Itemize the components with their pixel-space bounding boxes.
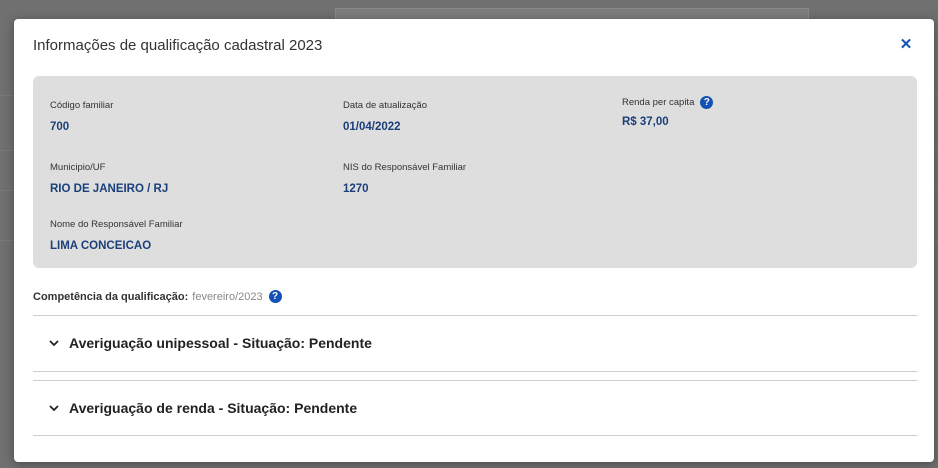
divider	[33, 435, 917, 436]
family-info-panel: Código familiar 700 Data de atualização …	[33, 76, 917, 268]
close-button[interactable]: ✕	[898, 37, 914, 53]
field-nis-responsavel: NIS do Responsável Familiar 1270	[343, 162, 466, 195]
chevron-down-icon[interactable]	[49, 338, 59, 348]
question-circle-icon[interactable]: ?	[700, 96, 714, 109]
field-value: 01/04/2022	[343, 121, 401, 133]
divider	[33, 371, 917, 372]
accordion-averiguacao-renda[interactable]: Averiguação de renda - Situação: Pendent…	[33, 381, 917, 435]
field-label: NIS do Responsável Familiar	[343, 162, 467, 173]
field-label: Nome do Responsável Familiar	[50, 219, 183, 230]
modal-title: Informações de qualificação cadastral 20…	[33, 37, 323, 54]
field-value: LIMA CONCEICAO	[50, 240, 152, 252]
accordion-averiguacao-unipessoal[interactable]: Averiguação unipessoal - Situação: Pende…	[33, 316, 917, 370]
field-value: 1270	[343, 183, 369, 195]
accordion-title: Averiguação unipessoal - Situação: Pende…	[69, 335, 372, 351]
accordion-title: Averiguação de renda - Situação: Pendent…	[69, 400, 358, 416]
field-value: R$ 37,00	[622, 116, 669, 128]
field-data-atualizacao: Data de atualização 01/04/2022	[343, 100, 427, 133]
field-label: Municipio/UF	[50, 162, 106, 173]
field-label: Renda per capita	[622, 97, 695, 108]
field-value: RIO DE JANEIRO / RJ	[50, 183, 169, 195]
field-nome-responsavel: Nome do Responsável Familiar LIMA CONCEI…	[50, 219, 183, 252]
field-renda-per-capita: Renda per capita ? R$ 37,00	[622, 96, 714, 128]
field-codigo-familiar: Código familiar 700	[50, 100, 113, 133]
competencia-label: Competência da qualificação:	[33, 290, 189, 303]
close-icon[interactable]: ✕	[900, 36, 913, 53]
field-municipio-uf: Municipio/UF RIO DE JANEIRO / RJ	[50, 162, 168, 195]
field-label: Data de atualização	[343, 100, 427, 111]
question-circle-icon[interactable]: ?	[268, 290, 282, 303]
competencia-value: fevereiro/2023	[192, 290, 263, 303]
chevron-down-icon[interactable]	[49, 403, 59, 413]
competencia-row: Competência da qualificação: fevereiro/2…	[33, 290, 282, 303]
field-label: Código familiar	[50, 100, 114, 111]
qualification-modal: Informações de qualificação cadastral 20…	[14, 19, 934, 462]
field-value: 700	[50, 121, 70, 133]
